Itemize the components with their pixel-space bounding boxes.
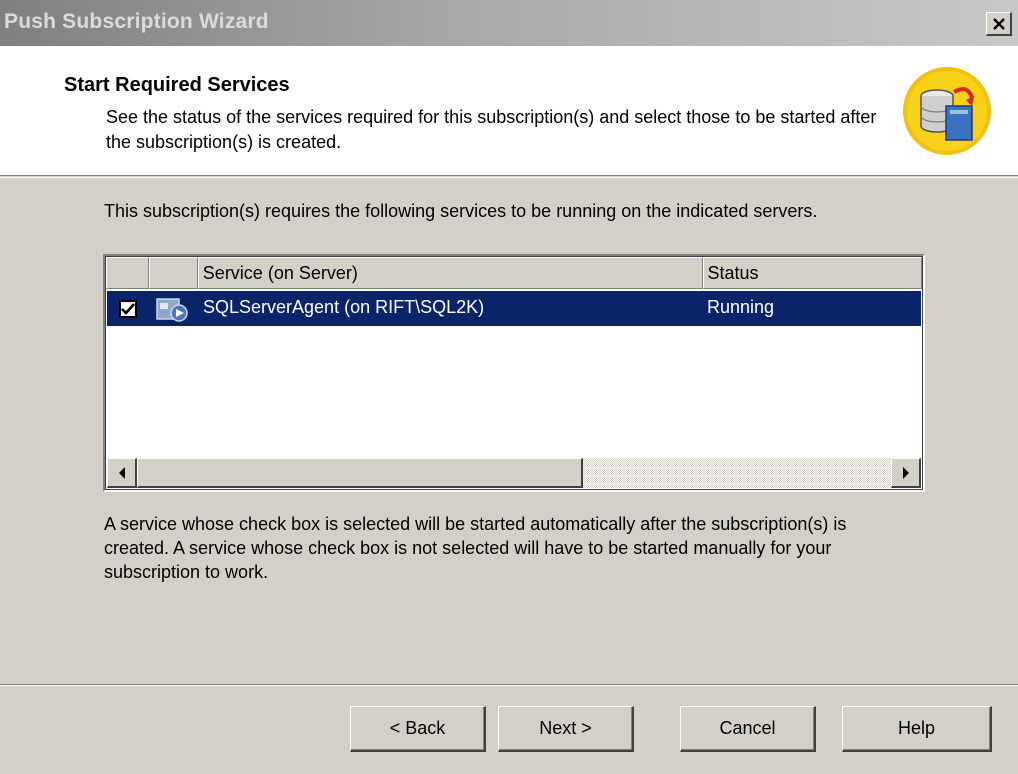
- list-header: Service (on Server) Status: [106, 257, 922, 289]
- page-description: See the status of the services required …: [106, 107, 877, 152]
- horizontal-scrollbar[interactable]: [107, 458, 921, 488]
- intro-text: This subscription(s) requires the follow…: [104, 201, 818, 221]
- header-separator: [0, 177, 1018, 178]
- column-header-service[interactable]: Service (on Server): [197, 257, 703, 289]
- service-agent-icon: [156, 297, 188, 322]
- arrow-right-icon: [902, 466, 909, 479]
- services-list[interactable]: Service (on Server) Status SQLServerAgen…: [103, 254, 925, 492]
- page-title: Start Required Services: [64, 74, 290, 96]
- column-header-icon[interactable]: [148, 257, 198, 289]
- help-button[interactable]: Help: [842, 706, 992, 752]
- footer-separator-highlight: [0, 685, 1018, 686]
- info-note: A service whose check box is selected wi…: [104, 514, 847, 582]
- scroll-right-button[interactable]: [891, 458, 921, 488]
- window-title: Push Subscription Wizard: [4, 10, 269, 33]
- next-button[interactable]: Next >: [498, 706, 634, 752]
- scroll-left-button[interactable]: [107, 458, 137, 488]
- title-bar: Push Subscription Wizard: [0, 0, 1018, 46]
- list-item[interactable]: SQLServerAgent (on RIFT\SQL2K) Running: [107, 291, 921, 326]
- column-header-check[interactable]: [106, 257, 149, 289]
- wizard-database-icon: [903, 67, 991, 155]
- back-button[interactable]: < Back: [350, 706, 486, 752]
- service-checkbox[interactable]: [119, 299, 137, 318]
- scroll-thumb[interactable]: [137, 458, 583, 488]
- close-icon: [992, 17, 1005, 30]
- cancel-button[interactable]: Cancel: [680, 706, 816, 752]
- arrow-left-icon: [118, 466, 125, 479]
- service-name: SQLServerAgent (on RIFT\SQL2K): [203, 297, 485, 317]
- checkmark-icon: [121, 302, 135, 315]
- wizard-header: Start Required Services See the status o…: [0, 46, 1018, 176]
- service-status: Running: [707, 297, 775, 317]
- column-header-status[interactable]: Status: [702, 257, 922, 289]
- close-button[interactable]: [986, 12, 1012, 36]
